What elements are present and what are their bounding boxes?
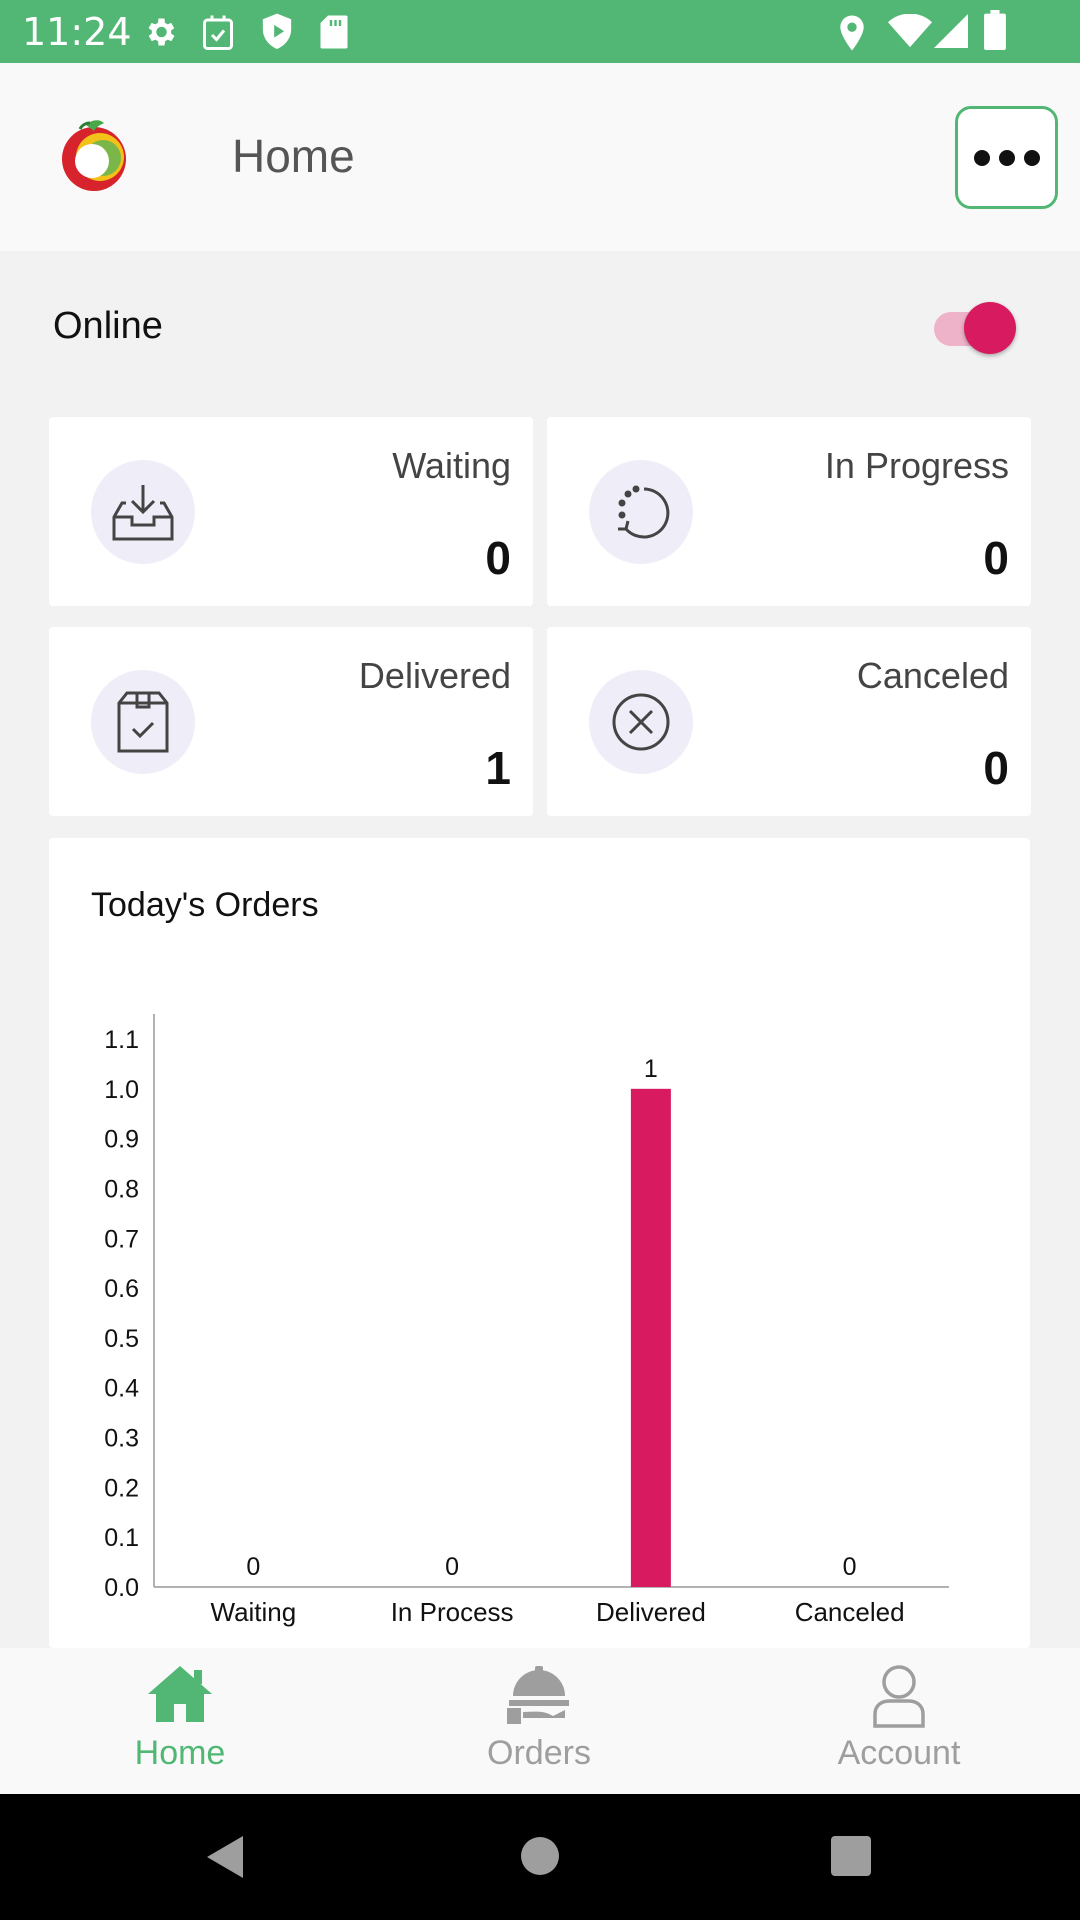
x-tick-label: Canceled (795, 1597, 905, 1627)
orders-bar-chart: 0.0 0.1 0.2 0.3 0.4 0.5 0.6 0.7 0.8 0.9 1.0 1.1 0 Wai… (104, 1014, 949, 1627)
inbox-download-icon (112, 485, 174, 541)
recents-square-icon[interactable] (831, 1836, 871, 1876)
nav-home[interactable]: Home (50, 1648, 310, 1794)
toggle-thumb (964, 302, 1016, 354)
more-dots-icon (973, 149, 990, 166)
stat-card-canceled[interactable]: Canceled 0 (547, 627, 1031, 816)
bar-data-label: 1 (644, 1055, 658, 1083)
bar-data-label: 0 (843, 1553, 857, 1581)
x-tick-label: Delivered (596, 1597, 706, 1627)
system-navigation-bar (0, 1794, 1080, 1920)
user-icon (873, 1665, 925, 1728)
cell-signal-icon (934, 14, 968, 48)
battery-icon (984, 10, 1006, 50)
nav-account[interactable]: Account (769, 1648, 1029, 1794)
stat-icon-circle (589, 460, 693, 564)
online-label: Online (53, 305, 163, 347)
y-tick-label: 0.2 (104, 1474, 139, 1502)
location-pin-icon (840, 15, 864, 51)
stat-count: 0 (485, 532, 511, 584)
nav-home-label: Home (134, 1734, 226, 1772)
back-icon[interactable] (205, 1834, 245, 1880)
package-check-icon (117, 691, 169, 753)
y-tick-label: 0.5 (104, 1325, 139, 1353)
bar-data-label: 0 (445, 1553, 459, 1581)
stat-count: 0 (983, 532, 1009, 584)
stat-icon-circle (589, 670, 693, 774)
cancel-circle-icon (612, 693, 670, 751)
x-tick-label: Waiting (211, 1597, 297, 1627)
stat-label: Waiting (392, 445, 511, 486)
y-tick-label: 0.3 (104, 1425, 139, 1453)
stat-card-delivered[interactable]: Delivered 1 (49, 627, 533, 816)
bar-data-label: 0 (246, 1553, 260, 1581)
online-toggle[interactable] (934, 302, 1020, 354)
chart-bar (630, 1088, 671, 1587)
status-bar: 11:24 (0, 0, 1080, 63)
nav-account-label: Account (837, 1734, 961, 1772)
stat-label: Canceled (856, 655, 1009, 696)
stat-count: 1 (485, 742, 511, 794)
more-options-button[interactable] (955, 106, 1058, 209)
shield-play-icon (262, 13, 292, 50)
more-dots-icon (998, 149, 1015, 166)
sd-card-icon (320, 15, 348, 49)
y-tick-label: 0.6 (104, 1275, 139, 1303)
shopping-bag-icon (203, 15, 233, 50)
home-icon (148, 1666, 212, 1722)
y-tick-label: 0.9 (104, 1126, 139, 1154)
y-tick-label: 0.7 (104, 1225, 139, 1253)
stat-card-in-progress[interactable]: In Progress 0 (547, 417, 1031, 606)
stat-icon-circle (91, 670, 195, 774)
stat-label: Delivered (358, 655, 511, 696)
wifi-icon (888, 14, 932, 48)
nav-orders[interactable]: Orders (409, 1648, 669, 1794)
more-dots-icon (1023, 149, 1040, 166)
nav-orders-label: Orders (487, 1734, 591, 1772)
y-tick-label: 0.1 (104, 1524, 139, 1552)
food-tray-icon (507, 1666, 569, 1724)
bottom-navigation: Home Orders Account (0, 1648, 1080, 1794)
stat-icon-circle (91, 460, 195, 564)
settings-gear-icon (148, 18, 175, 46)
stat-count: 0 (983, 742, 1009, 794)
stat-label: In Progress (824, 445, 1009, 486)
y-tick-label: 0.4 (104, 1375, 139, 1403)
app-header: Home (0, 63, 1080, 251)
stat-card-waiting[interactable]: Waiting 0 (49, 417, 533, 606)
y-tick-label: 0.0 (104, 1574, 139, 1602)
app-logo (62, 120, 126, 191)
y-tick-label: 1.0 (104, 1076, 139, 1104)
todays-orders-card: Today's Orders 0.0 0.1 0.2 0.3 0.4 0.5 0.6 0.7 0… (49, 838, 1030, 1648)
x-tick-label: In Process (391, 1597, 514, 1627)
y-tick-label: 0.8 (104, 1175, 139, 1203)
home-circle-icon[interactable] (520, 1836, 560, 1876)
progress-rotate-icon (618, 485, 670, 539)
page-title: Home (232, 130, 355, 182)
status-time: 11:24 (22, 10, 132, 54)
y-tick-label: 1.1 (104, 1026, 139, 1054)
